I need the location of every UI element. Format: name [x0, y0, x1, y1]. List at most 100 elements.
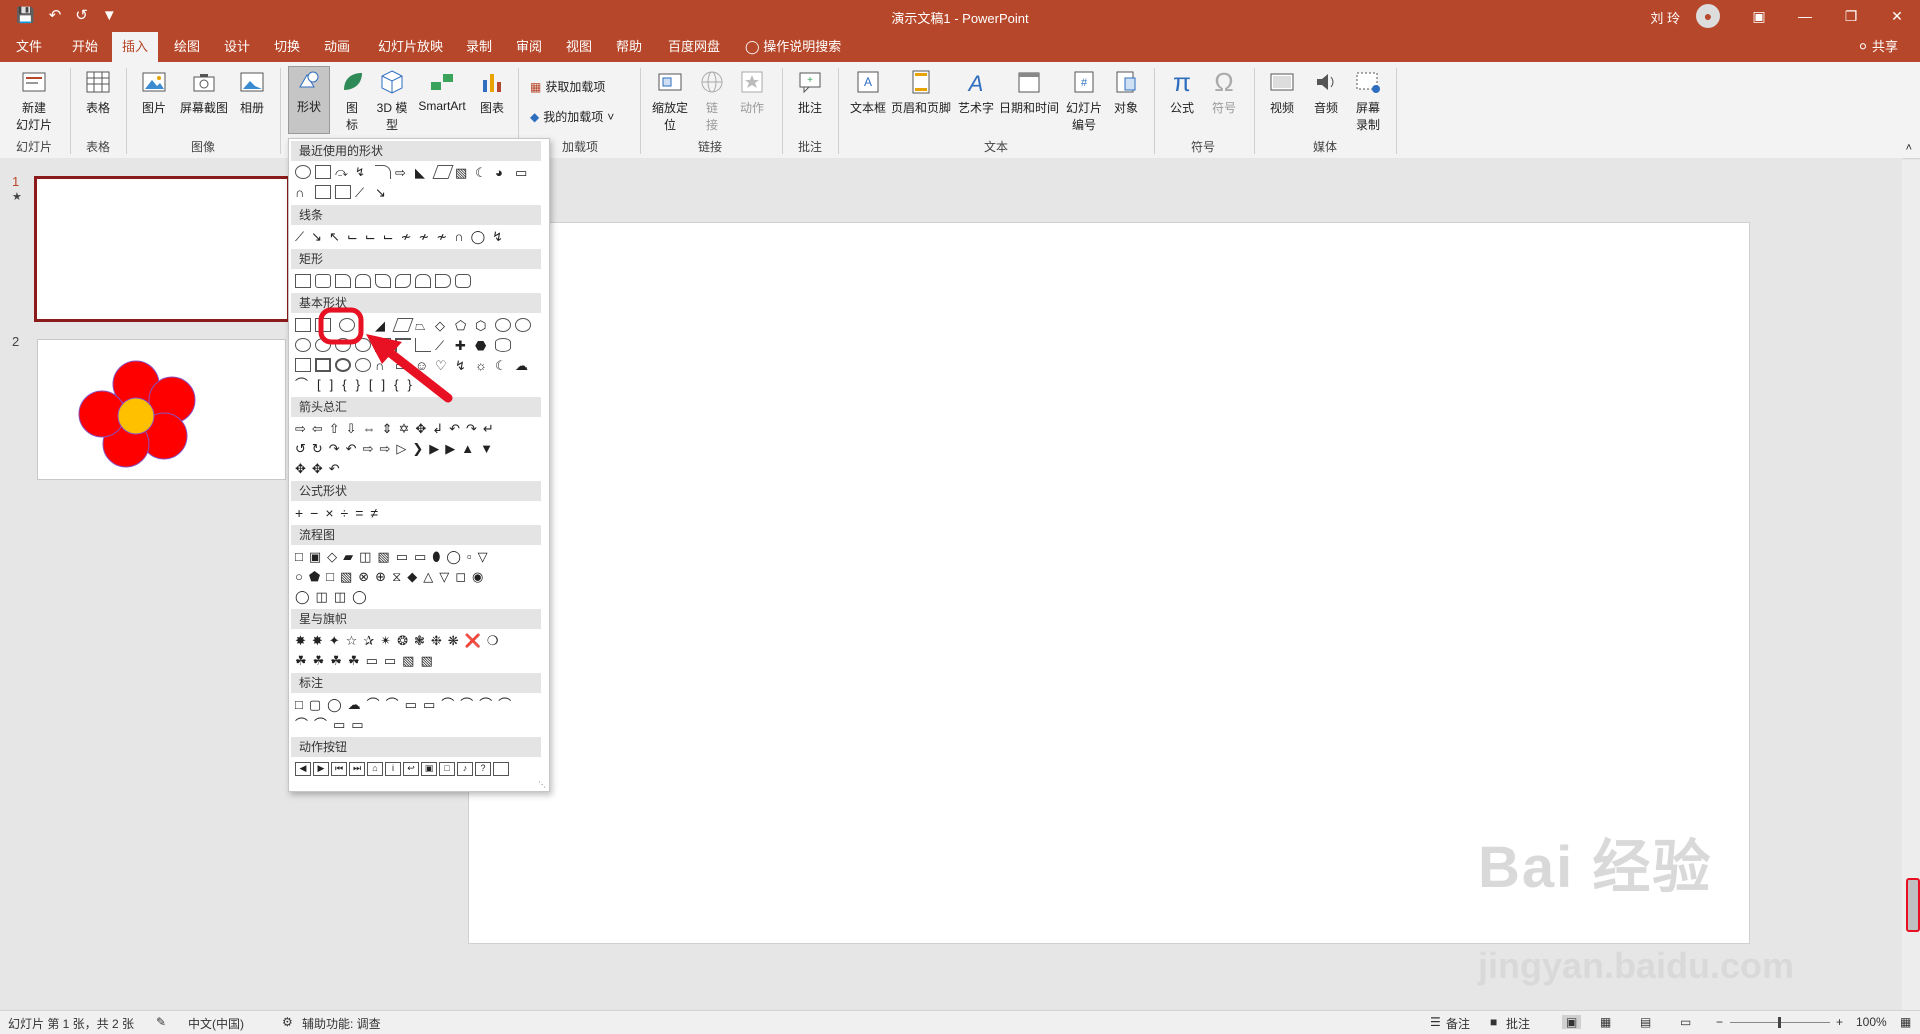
user-name[interactable]: 刘 玲: [1650, 8, 1680, 27]
tab-baidu-netdisk[interactable]: 百度网盘: [658, 32, 730, 62]
vertical-scrollbar[interactable]: [1902, 160, 1920, 1010]
folded-corner-shape[interactable]: ▭: [395, 358, 411, 373]
table-button[interactable]: 表格: [78, 68, 118, 116]
action-end-icon[interactable]: ⏭: [349, 762, 365, 776]
parallelogram-shape[interactable]: [432, 165, 454, 179]
chart-button[interactable]: 图表: [474, 68, 510, 116]
line-shape[interactable]: ⟋: [355, 185, 371, 200]
spellcheck-icon[interactable]: ✎: [156, 1015, 166, 1029]
right-arrow-shape[interactable]: ⇨: [395, 165, 411, 180]
slide-number-button[interactable]: # 幻灯片 编号: [1062, 68, 1106, 133]
round-rectangle-shape[interactable]: [415, 274, 431, 288]
get-addins-button[interactable]: ▦ 获取加载项: [530, 78, 605, 95]
resize-grip-icon[interactable]: ⋱: [538, 780, 546, 789]
triangle-shape[interactable]: ◣: [415, 165, 431, 180]
comment-button[interactable]: + 批注: [790, 68, 830, 116]
slide-thumbnail-2[interactable]: [37, 339, 286, 480]
tab-record[interactable]: 录制: [456, 32, 502, 62]
tab-home[interactable]: 开始: [62, 32, 108, 62]
icons-button[interactable]: 图 标: [334, 68, 370, 133]
action-blank-icon[interactable]: [493, 762, 509, 776]
flowchart-row-3[interactable]: ◯◫◫◯: [289, 587, 551, 607]
moon-shape[interactable]: ☾: [475, 165, 491, 180]
zoom-button[interactable]: 缩放定 位: [648, 68, 692, 133]
trapezoid-shape[interactable]: ⏢: [415, 318, 431, 333]
can-shape[interactable]: [495, 338, 511, 352]
rectangle-shape[interactable]: [295, 274, 311, 288]
my-addins-button[interactable]: ◆ 我的加载项 ˅: [530, 108, 614, 125]
action-sound-icon[interactable]: ♪: [457, 762, 473, 776]
link-button[interactable]: 链 接: [694, 68, 730, 133]
tab-help[interactable]: 帮助: [606, 32, 652, 62]
action-back-icon[interactable]: ◀: [295, 762, 311, 776]
slide-thumbnail-1[interactable]: [34, 176, 290, 322]
normal-view-icon[interactable]: ▣: [1562, 1015, 1582, 1029]
octagon-shape[interactable]: [515, 318, 531, 332]
rectangle-shape[interactable]: [315, 165, 331, 179]
vertical-textbox-shape[interactable]: [335, 185, 351, 199]
language-status[interactable]: 中文(中国): [188, 1015, 244, 1032]
cube-shape[interactable]: [295, 358, 311, 372]
snip-rectangle-shape[interactable]: [355, 274, 371, 288]
datetime-button[interactable]: 日期和时间: [998, 68, 1060, 116]
close-icon[interactable]: ✕: [1874, 0, 1920, 32]
audio-button[interactable]: 音频: [1306, 68, 1346, 116]
hexagon-shape[interactable]: ⬡: [475, 318, 491, 333]
heart-shape[interactable]: ♡: [435, 358, 451, 373]
3d-models-button[interactable]: 3D 模 型: [372, 68, 412, 133]
tab-insert[interactable]: 插入: [112, 32, 159, 62]
snip-rectangle-shape[interactable]: [335, 274, 351, 288]
accessibility-status[interactable]: 辅助功能: 调查: [302, 1015, 381, 1032]
rounded-rectangle-shape[interactable]: [315, 274, 331, 288]
arc-shape[interactable]: [375, 165, 391, 179]
wordart-button[interactable]: A 艺术字: [956, 68, 996, 116]
tab-review[interactable]: 审阅: [506, 32, 552, 62]
brackets-row[interactable]: ⌒[]{}[]{}: [289, 375, 551, 395]
lines-row[interactable]: ⟋↘↖⌙⌙⌙≁≁≁∩◯↯: [289, 227, 551, 247]
maximize-icon[interactable]: ❐: [1828, 0, 1874, 32]
connector-shape[interactable]: ↯: [355, 165, 371, 179]
callouts-row-2[interactable]: ⌒⌒▭▭: [289, 715, 551, 735]
parallelogram-shape[interactable]: [392, 318, 414, 332]
action-home-icon[interactable]: ⌂: [367, 762, 383, 776]
vertical-textbox-shape[interactable]: [315, 318, 331, 332]
round-rectangle-shape[interactable]: [435, 274, 451, 288]
donut-shape[interactable]: [335, 358, 351, 372]
action-help-icon[interactable]: ?: [475, 762, 491, 776]
stars-row-1[interactable]: ✸✸✦☆✰✴❂❃❉❋❌❍: [289, 631, 551, 651]
moon-shape[interactable]: ☾: [495, 358, 511, 373]
no-symbol-shape[interactable]: [355, 358, 371, 372]
tab-view[interactable]: 视图: [556, 32, 602, 62]
round-rectangle-shape[interactable]: [395, 274, 411, 288]
zoom-slider-thumb[interactable]: [1778, 1017, 1781, 1028]
action-beginning-icon[interactable]: ⏮: [331, 762, 347, 776]
diagonal-stripe-shape[interactable]: ⟋: [435, 338, 451, 353]
frame-shape[interactable]: [375, 338, 391, 352]
textbox-button[interactable]: A 文本框: [848, 68, 888, 116]
action-movie-icon[interactable]: ▣: [421, 762, 437, 776]
reading-view-icon[interactable]: ▤: [1640, 1015, 1651, 1029]
action-return-icon[interactable]: ↩: [403, 762, 419, 776]
comments-button[interactable]: 批注: [1506, 1015, 1530, 1032]
half-frame-shape[interactable]: [395, 338, 411, 352]
zoom-level[interactable]: 100%: [1856, 1015, 1887, 1029]
fit-to-window-icon[interactable]: ▦: [1900, 1015, 1911, 1029]
oval-shape[interactable]: [295, 165, 311, 179]
right-triangle-shape[interactable]: ◢: [375, 318, 391, 333]
pie-shape[interactable]: ◕: [495, 165, 511, 180]
screenshot-button[interactable]: 屏幕截图: [178, 68, 230, 116]
symbol-button[interactable]: Ω 符号: [1204, 68, 1244, 116]
scroll-thumb[interactable]: [1906, 878, 1920, 932]
share-button[interactable]: ⚪ 共享: [1857, 32, 1898, 62]
action-forward-icon[interactable]: ▶: [313, 762, 329, 776]
oval-shape[interactable]: [339, 318, 355, 332]
minimize-icon[interactable]: —: [1782, 0, 1828, 32]
slideshow-icon[interactable]: ▭: [1680, 1015, 1691, 1029]
action-document-icon[interactable]: □: [439, 762, 455, 776]
wave-shape[interactable]: ▧: [455, 165, 471, 180]
tab-slideshow[interactable]: 幻灯片放映: [368, 32, 453, 62]
connector-shape[interactable]: ⤼: [335, 165, 351, 179]
shapes-button[interactable]: 形状: [288, 66, 330, 134]
chord-shape[interactable]: [355, 338, 371, 352]
equation-button[interactable]: π 公式: [1162, 68, 1202, 116]
